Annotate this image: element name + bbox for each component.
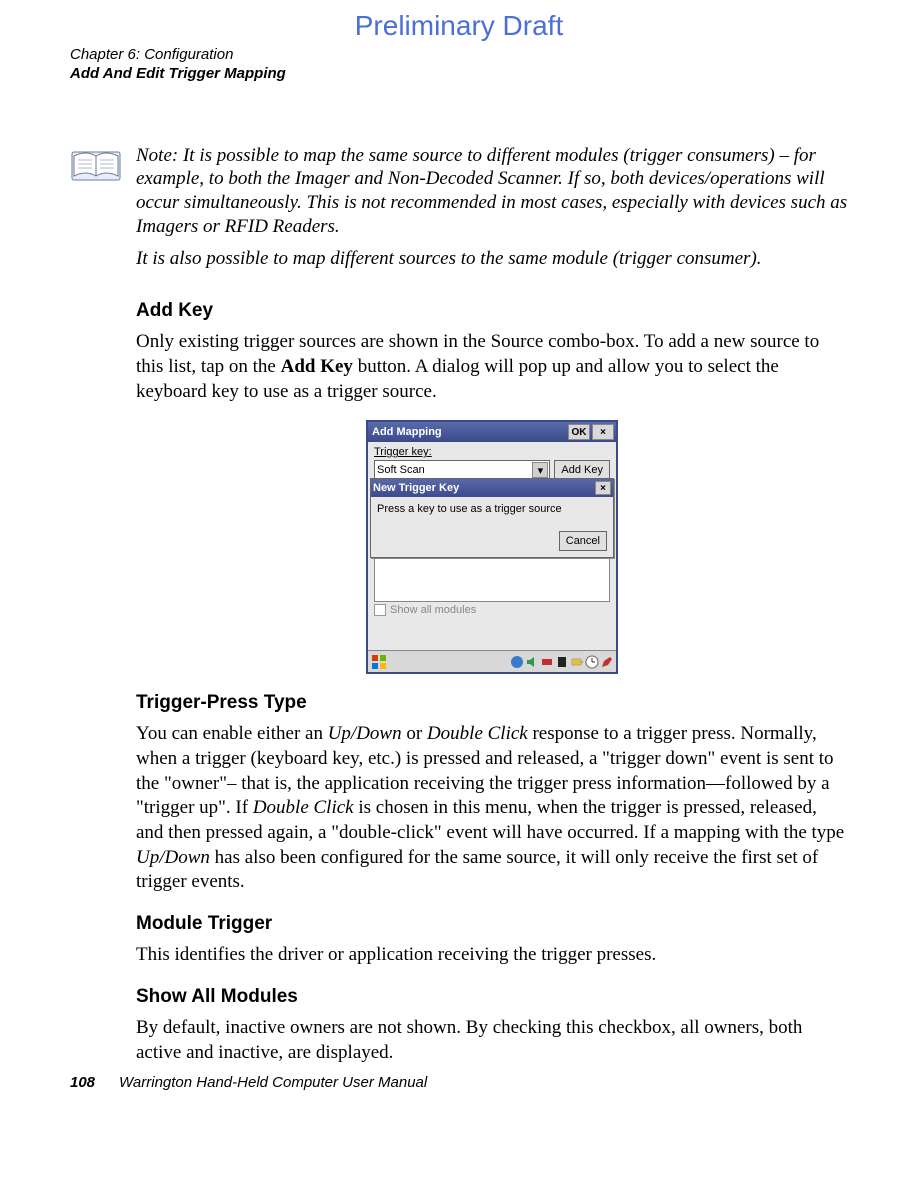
note-para-1: Note: It is possible to map the same sou…: [136, 144, 848, 239]
watermark-text: Preliminary Draft: [70, 10, 848, 42]
close-icon[interactable]: ×: [592, 424, 614, 440]
titlebar: Add Mapping OK ×: [368, 422, 616, 442]
add-key-button[interactable]: Add Key: [554, 460, 610, 480]
note-para-2: It is also possible to map different sou…: [136, 247, 848, 271]
battery-icon[interactable]: [570, 655, 584, 669]
note-text: Note: It is possible to map the same sou…: [122, 144, 848, 271]
ok-button[interactable]: OK: [568, 424, 590, 440]
para-show-all-modules: By default, inactive owners are not show…: [136, 1016, 848, 1065]
taskbar: [368, 650, 616, 672]
close-icon[interactable]: ×: [595, 481, 611, 495]
system-tray: [510, 655, 614, 669]
network-icon[interactable]: [510, 655, 524, 669]
show-all-label: Show all modules: [390, 604, 476, 616]
book-icon: [70, 144, 122, 271]
text-segment: You can enable either an: [136, 723, 328, 744]
screenshot-figure: Add Mapping OK × Trigger key: Soft Scan …: [136, 420, 848, 674]
wince-window: Add Mapping OK × Trigger key: Soft Scan …: [366, 420, 618, 674]
pen-icon[interactable]: [600, 655, 614, 669]
para-trigger-press: You can enable either an Up/Down or Doub…: [136, 722, 848, 895]
volume-icon[interactable]: [525, 655, 539, 669]
mapping-list[interactable]: [374, 554, 610, 602]
note-block: Note: It is possible to map the same sou…: [70, 144, 848, 271]
text-italic: Double Click: [427, 723, 528, 744]
heading-trigger-press-type: Trigger-Press Type: [136, 692, 848, 714]
show-all-checkbox[interactable]: [374, 604, 386, 616]
running-header: Chapter 6: Configuration Add And Edit Tr…: [70, 46, 848, 84]
combo-value: Soft Scan: [377, 464, 425, 476]
heading-add-key: Add Key: [136, 300, 848, 322]
heading-show-all-modules: Show All Modules: [136, 986, 848, 1008]
device-icon[interactable]: [555, 655, 569, 669]
cancel-button[interactable]: Cancel: [559, 531, 607, 551]
trigger-key-combo[interactable]: Soft Scan ▾: [374, 460, 550, 480]
text-italic: Double Click: [253, 797, 354, 818]
text-bold: Add Key: [281, 356, 353, 377]
text-italic: Up/Down: [136, 847, 210, 868]
page-number: 108: [70, 1074, 95, 1091]
inner-window-title: New Trigger Key: [373, 482, 593, 494]
show-all-row: Show all modules: [374, 604, 610, 616]
section-line: Add And Edit Trigger Mapping: [70, 65, 848, 84]
footer-title: Warrington Hand-Held Computer User Manua…: [119, 1074, 427, 1091]
para-add-key: Only existing trigger sources are shown …: [136, 330, 848, 404]
text-italic: Up/Down: [328, 723, 402, 744]
clock-icon[interactable]: [585, 655, 599, 669]
connection-icon[interactable]: [540, 655, 554, 669]
inner-titlebar: New Trigger Key ×: [371, 479, 613, 497]
heading-module-trigger: Module Trigger: [136, 913, 848, 935]
new-trigger-dialog: New Trigger Key × Press a key to use as …: [370, 478, 614, 558]
page-footer: 108 Warrington Hand-Held Computer User M…: [70, 1074, 427, 1091]
trigger-key-label: Trigger key:: [374, 446, 610, 458]
inner-message: Press a key to use as a trigger source: [377, 503, 607, 515]
para-module-trigger: This identifies the driver or applicatio…: [136, 943, 848, 968]
window-title: Add Mapping: [370, 426, 566, 438]
text-segment: or: [402, 723, 427, 744]
start-icon[interactable]: [370, 654, 388, 670]
chevron-down-icon[interactable]: ▾: [532, 462, 548, 478]
text-segment: has also been configured for the same so…: [136, 847, 818, 893]
chapter-line: Chapter 6: Configuration: [70, 46, 848, 65]
